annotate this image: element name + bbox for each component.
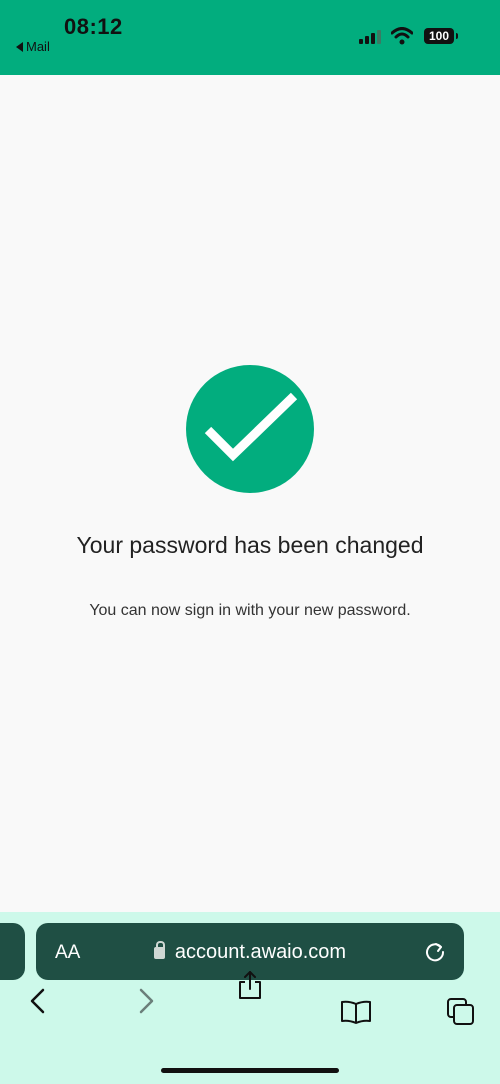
status-time: 08:12 <box>64 14 123 39</box>
back-to-mail-button[interactable]: Mail <box>16 39 50 54</box>
cellular-signal-icon <box>359 30 381 44</box>
back-arrow-icon <box>16 41 23 52</box>
tabs-icon[interactable] <box>446 997 476 1027</box>
battery-icon: 100 <box>424 28 458 44</box>
success-checkmark-icon <box>186 365 314 493</box>
back-icon[interactable] <box>28 988 48 1014</box>
lock-icon <box>153 941 165 959</box>
reload-icon[interactable] <box>424 940 446 962</box>
wifi-icon <box>391 27 413 45</box>
home-indicator <box>161 1068 339 1073</box>
bookmarks-icon[interactable] <box>340 1000 372 1024</box>
battery-level: 100 <box>428 29 450 43</box>
forward-icon[interactable] <box>136 988 156 1014</box>
url-text: account.awaio.com <box>174 941 347 963</box>
back-app-label: Mail <box>26 39 50 54</box>
page-title: Your password has been changed <box>76 532 424 558</box>
page-subtitle: You can now sign in with your new passwo… <box>89 602 411 619</box>
status-bar: 08:12 Mail 100 <box>0 0 500 75</box>
previous-tab-preview[interactable] <box>0 923 25 980</box>
share-icon[interactable] <box>237 970 263 1000</box>
